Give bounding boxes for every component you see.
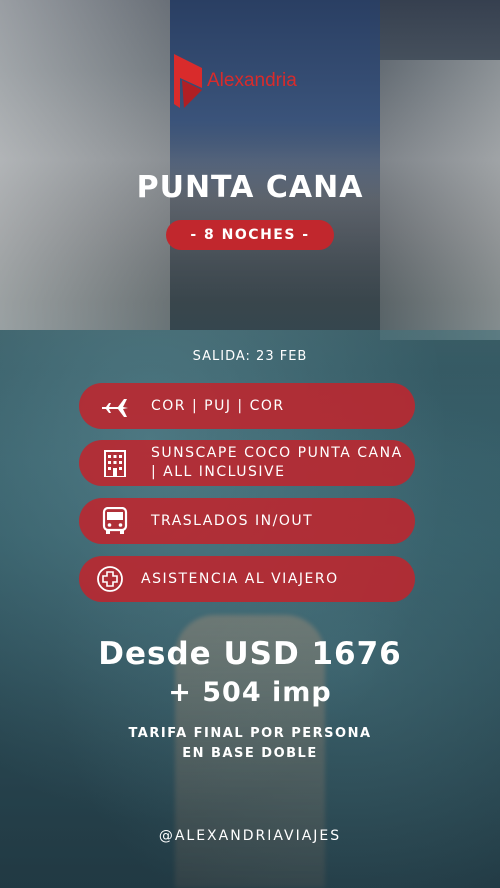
hotel-plan: | ALL INCLUSIVE	[151, 464, 286, 480]
destination-title: PUNTA CANA	[136, 170, 364, 205]
logo-mark-icon	[174, 54, 202, 108]
feature-transfers: TRASLADOS IN/OUT	[79, 498, 415, 544]
social-handle: @ALEXANDRIAVIAJES	[158, 828, 342, 844]
airplane-icon	[79, 394, 151, 418]
bus-icon	[79, 507, 151, 535]
brand-logo: Alexandria	[174, 54, 344, 108]
hotel-name: SUNSCAPE COCO PUNTA CANA	[151, 445, 403, 461]
price-note: TARIFA FINAL POR PERSONA EN BASE DOBLE	[0, 724, 500, 764]
brand-name: Alexandria	[207, 70, 297, 91]
price-taxes: + 504 imp	[168, 677, 332, 708]
feature-hotel: SUNSCAPE COCO PUNTA CANA | ALL INCLUSIVE	[79, 440, 415, 486]
nights-badge: - 8 NOCHES -	[166, 220, 334, 250]
feature-assistance: ASISTENCIA AL VIAJERO	[79, 556, 415, 602]
medical-cross-icon	[79, 565, 141, 593]
price-main: Desde USD 1676	[98, 636, 402, 672]
building-left	[0, 0, 170, 330]
feature-flight: COR | PUJ | COR	[79, 383, 415, 429]
hotel-icon	[79, 449, 151, 477]
departure-date: SALIDA: 23 FEB	[192, 349, 308, 364]
feature-flight-label: COR | PUJ | COR	[151, 397, 285, 414]
feature-transfers-label: TRASLADOS IN/OUT	[151, 512, 314, 529]
feature-hotel-label: SUNSCAPE COCO PUNTA CANA | ALL INCLUSIVE	[151, 444, 403, 482]
feature-assistance-label: ASISTENCIA AL VIAJERO	[141, 570, 339, 587]
price-note-line1: TARIFA FINAL POR PERSONA	[128, 726, 372, 741]
price-note-line2: EN BASE DOBLE	[182, 746, 318, 761]
